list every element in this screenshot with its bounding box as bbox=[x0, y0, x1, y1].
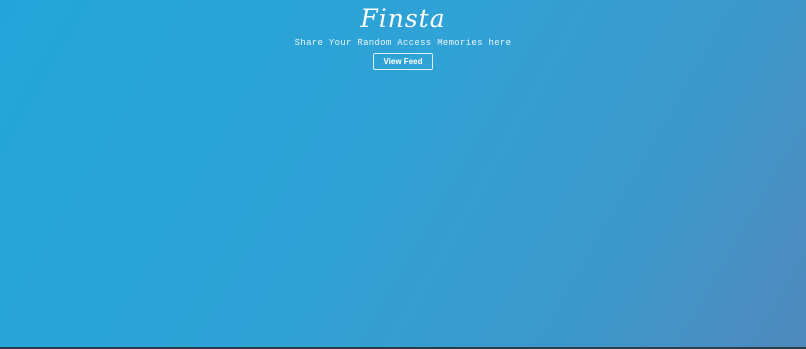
hero-section: Finsta Share Your Random Access Memories… bbox=[0, 0, 806, 70]
brand-logo: Finsta bbox=[360, 4, 446, 33]
tagline: Share Your Random Access Memories here bbox=[294, 38, 512, 48]
view-feed-button[interactable]: View Feed bbox=[372, 53, 434, 70]
